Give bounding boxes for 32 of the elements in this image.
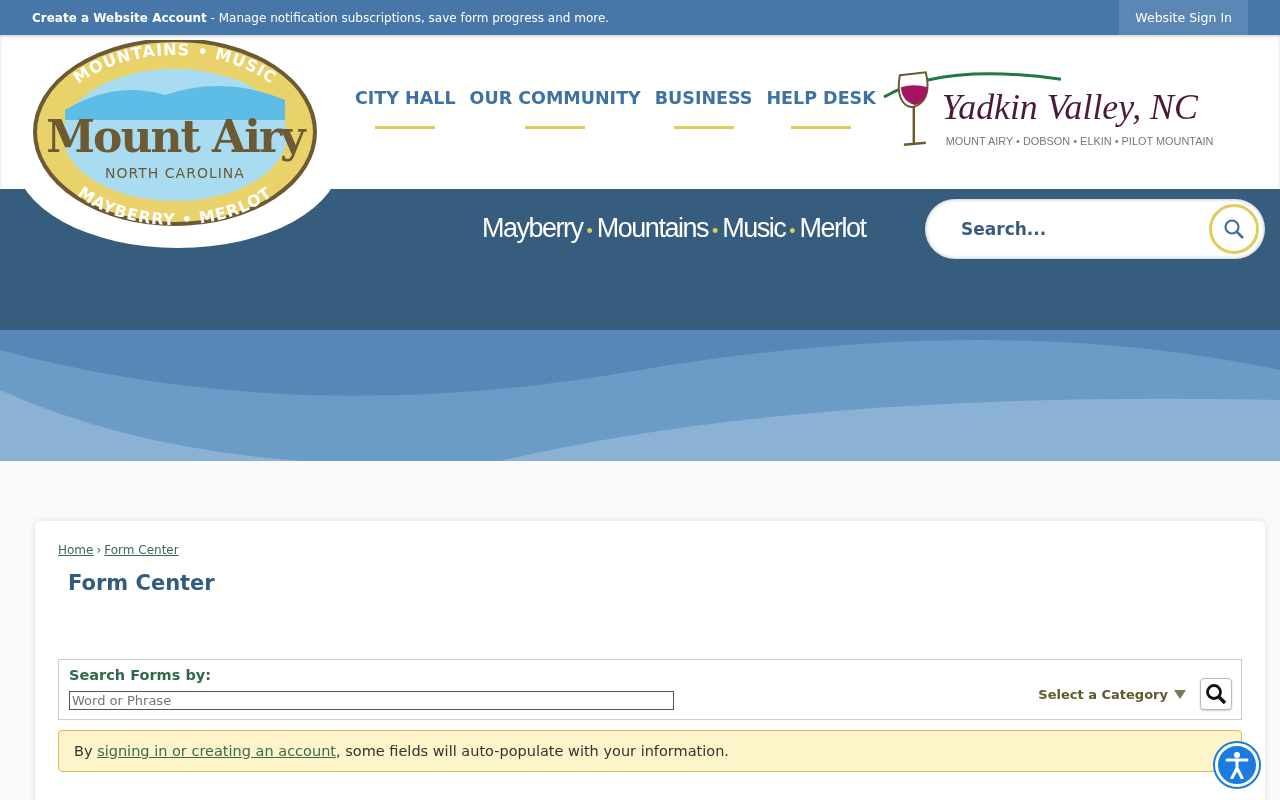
accessibility-icon: [1225, 751, 1249, 779]
partner-logo-title: Yadkin Valley, NC: [941, 86, 1198, 127]
tagline-word: Music: [722, 213, 786, 243]
tagline-word: Mayberry: [482, 213, 583, 243]
nav-link[interactable]: HELP DESK: [766, 87, 876, 129]
nav-link[interactable]: BUSINESS: [654, 87, 753, 129]
partner-logo[interactable]: Yadkin Valley, NC MOUNT AIRY • DOBSON • ELKIN • PILOT MOUNTAIN: [881, 67, 1230, 157]
account-notice: By signing in or creating an account, some fields will auto-populate with your information.: [58, 730, 1242, 772]
search-icon[interactable]: [1209, 204, 1259, 254]
breadcrumb-link[interactable]: Form Center: [104, 543, 179, 557]
create-account-link[interactable]: Create a Website Account: [32, 10, 207, 25]
nav-link[interactable]: CITY HALL: [355, 87, 456, 129]
site-search-field[interactable]: Search...: [925, 199, 1265, 259]
category-dropdown[interactable]: Select a Category: [1038, 686, 1186, 702]
nav-link[interactable]: OUR COMMUNITY: [469, 87, 641, 129]
breadcrumb-separator: ›: [96, 543, 102, 557]
page-title: Form Center: [68, 571, 216, 595]
word-search-field[interactable]: Word or Phrase: [69, 691, 674, 710]
partner-logo-towns: MOUNT AIRY • DOBSON • ELKIN • PILOT MOUNTAIN: [945, 134, 1214, 147]
search-forms-label: Search Forms by:: [69, 667, 213, 683]
sign-in-button[interactable]: Website Sign In: [1119, 0, 1248, 35]
tagline-separator: •: [586, 221, 593, 241]
search-button[interactable]: [1200, 678, 1232, 710]
sign-in-link[interactable]: signing in or creating an account: [97, 743, 336, 759]
breadcrumb-link[interactable]: Home: [58, 543, 94, 557]
tagline-separator: •: [789, 221, 796, 241]
tagline-separator: •: [711, 221, 719, 241]
accessibility-button[interactable]: [1215, 743, 1259, 787]
tagline-word: Merlot: [799, 213, 866, 243]
logo-state: NORTH CAROLINA: [105, 165, 245, 181]
account-description: - Manage notification subscriptions, save form progress and more.: [209, 10, 610, 25]
tagline-word: Mountains: [596, 213, 708, 243]
